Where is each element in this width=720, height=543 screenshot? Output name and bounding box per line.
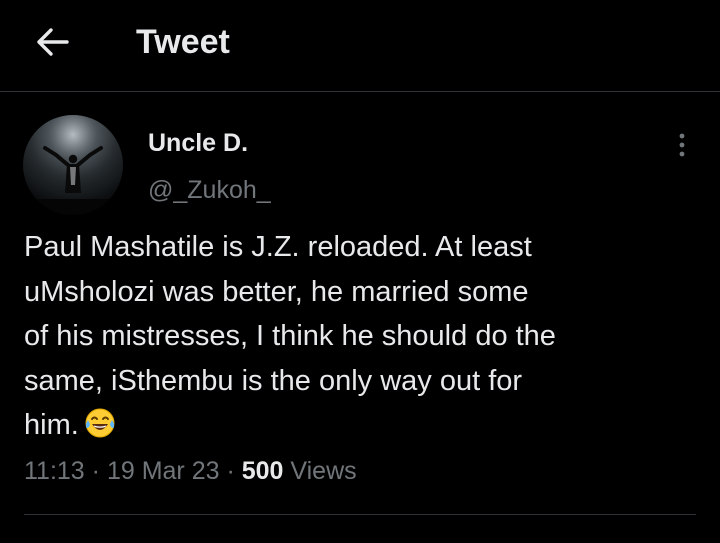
page-title: Tweet xyxy=(136,23,230,61)
avatar-image xyxy=(23,115,123,215)
tweet-line: Paul Mashatile is J.Z. reloaded. At leas… xyxy=(24,231,532,263)
separator: · xyxy=(219,457,242,485)
tweet-line-last: him. xyxy=(24,403,694,453)
tweet-line: of his mistresses, I think he should do … xyxy=(24,320,556,352)
arrow-left-icon xyxy=(37,28,69,56)
tweet-time: 11:13 xyxy=(24,457,85,485)
author-handle[interactable]: @_Zukoh_ xyxy=(148,176,271,205)
tweet-line: same, iSthembu is the only way out for xyxy=(24,364,523,397)
tweet-meta: 11:13 · 19 Mar 23 · 500 Views xyxy=(24,457,357,486)
face-with-tears-of-joy-icon xyxy=(83,407,117,453)
author-name[interactable]: Uncle D. xyxy=(148,129,248,158)
divider xyxy=(24,514,696,515)
tweet-date: 19 Mar 23 xyxy=(106,457,220,485)
separator: · xyxy=(84,457,107,485)
views-label: Views xyxy=(283,457,357,485)
back-button[interactable] xyxy=(30,22,74,62)
avatar[interactable] xyxy=(23,115,123,215)
tweet-text: Paul Mashatile is J.Z. reloaded. At leas… xyxy=(24,225,694,453)
top-bar: Tweet xyxy=(0,0,720,92)
views-count[interactable]: 500 xyxy=(242,457,284,485)
more-options-button[interactable] xyxy=(666,128,698,162)
more-vertical-icon xyxy=(679,133,685,157)
tweet-line: uMsholozi was better, he married some xyxy=(24,275,529,308)
tweet-line: him. xyxy=(24,409,79,441)
